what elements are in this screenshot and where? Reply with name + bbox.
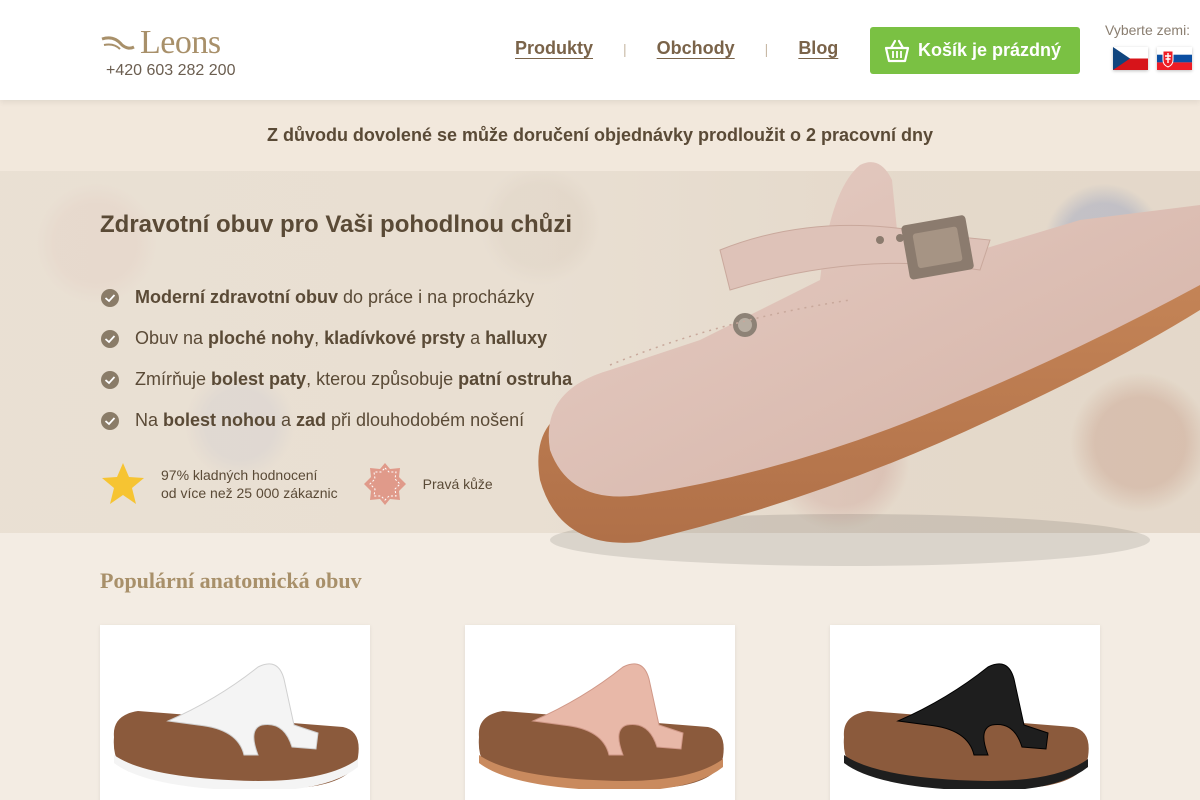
black-sandal-image bbox=[843, 663, 1089, 789]
main-nav: Produkty | Obchody | Blog bbox=[515, 38, 838, 59]
product-card[interactable] bbox=[100, 625, 370, 800]
popular-section-title: Populární anatomická obuv bbox=[100, 568, 362, 593]
nav-link-blog[interactable]: Blog bbox=[798, 38, 838, 59]
logo-swoosh-icon bbox=[101, 36, 135, 50]
benefits-list: Moderní zdravotní obuv do práce i na pro… bbox=[100, 277, 572, 441]
delivery-notice-text: Z důvodu dovolené se může doručení objed… bbox=[266, 125, 934, 145]
leather-badge: Pravá kůže bbox=[362, 461, 493, 507]
logo-text: Leons bbox=[140, 24, 221, 61]
cart-button[interactable]: Košík je prázdný bbox=[870, 27, 1080, 74]
cz-flag-icon[interactable] bbox=[1113, 47, 1148, 70]
nav-link-stores[interactable]: Obchody bbox=[657, 38, 735, 59]
trust-badges: 97% kladných hodnocení od více než 25 00… bbox=[100, 461, 493, 507]
hero-clog-image bbox=[538, 162, 1200, 566]
hero-title: Zdravotní obuv pro Vaši pohodlnou chůzi bbox=[100, 211, 572, 238]
benefit-item: Zmírňuje bolest paty, kterou způsobuje p… bbox=[100, 359, 572, 400]
rating-badge-text: 97% kladných hodnocení od více než 25 00… bbox=[161, 467, 338, 501]
sk-flag-icon[interactable] bbox=[1157, 47, 1192, 70]
nav-separator: | bbox=[764, 40, 769, 57]
check-circle-icon bbox=[101, 411, 119, 430]
phone-number[interactable]: +420 603 282 200 bbox=[106, 62, 235, 80]
basket-icon bbox=[884, 39, 910, 62]
leather-badge-text: Pravá kůže bbox=[422, 476, 493, 492]
benefit-item: Obuv na ploché nohy, kladívkové prsty a … bbox=[100, 318, 572, 359]
check-circle-icon bbox=[101, 288, 119, 307]
nav-separator: | bbox=[623, 40, 627, 57]
benefit-text: Obuv na ploché nohy, kladívkové prsty a … bbox=[135, 328, 548, 348]
product-card[interactable] bbox=[830, 625, 1100, 800]
check-circle-icon bbox=[101, 329, 119, 348]
product-card[interactable] bbox=[465, 625, 735, 800]
pink-sandal-image bbox=[478, 663, 724, 789]
check-circle-icon bbox=[101, 370, 119, 389]
leather-icon bbox=[363, 463, 406, 505]
white-sandal-image bbox=[113, 663, 359, 789]
benefit-item: Moderní zdravotní obuv do práce i na pro… bbox=[100, 277, 572, 318]
benefit-item: Na bolest nohou a zad při dlouhodobém no… bbox=[100, 400, 572, 441]
rating-badge: 97% kladných hodnocení od více než 25 00… bbox=[100, 461, 338, 507]
benefit-text: Moderní zdravotní obuv do práce i na pro… bbox=[135, 287, 535, 307]
country-label: Vyberte zemi: bbox=[1105, 22, 1191, 38]
benefit-text: Na bolest nohou a zad při dlouhodobém no… bbox=[135, 410, 525, 430]
benefit-text: Zmírňuje bolest paty, kterou způsobuje p… bbox=[135, 369, 573, 389]
cart-label: Košík je prázdný bbox=[918, 40, 1062, 60]
logo[interactable]: Leons bbox=[100, 24, 221, 62]
site-header: Leons +420 603 282 200 Produkty | Obchod… bbox=[0, 0, 1200, 100]
nav-link-products[interactable]: Produkty bbox=[515, 38, 593, 59]
star-icon bbox=[102, 463, 144, 504]
